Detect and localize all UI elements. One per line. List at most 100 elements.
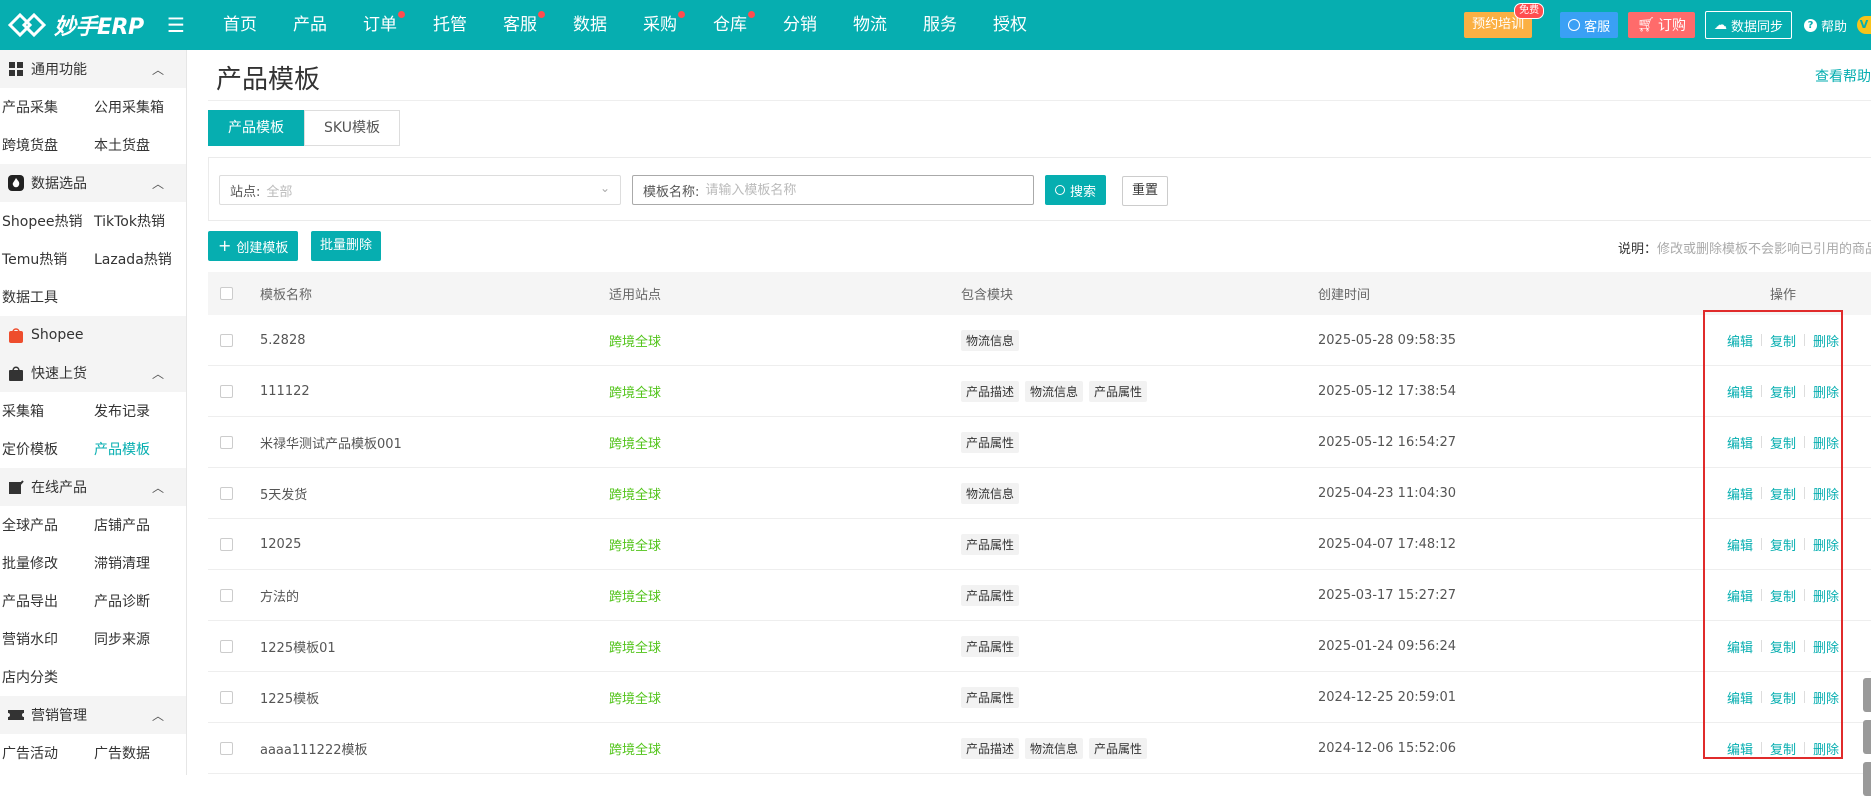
template-name: 111122 — [260, 383, 310, 399]
sidebar-item[interactable]: 同步来源 — [92, 629, 184, 649]
main-content: 产品模板 查看帮助 产品模板 SKU模板 站点: 全部 ⌄ 模板名称: 搜索 重… — [188, 50, 1871, 796]
search-button[interactable]: 搜索 — [1045, 175, 1107, 205]
sidebar-item[interactable]: 店铺产品 — [92, 515, 184, 535]
nav-item[interactable]: 授权 — [975, 0, 1045, 50]
sidebar-item[interactable]: 产品采集 — [0, 97, 92, 117]
nav-item[interactable]: 物流 — [835, 0, 905, 50]
float-button[interactable] — [1863, 762, 1871, 796]
search-label: 搜索 — [1070, 184, 1097, 200]
sidebar-item[interactable]: 定价模板 — [0, 439, 92, 459]
sidebar-item[interactable]: 全球产品 — [0, 515, 92, 535]
station-value: 全部 — [266, 184, 293, 200]
sidebar-item[interactable]: Shopee热销 — [0, 211, 92, 231]
nav-item[interactable]: 托管 — [415, 0, 485, 50]
nav-item[interactable]: 首页 — [205, 0, 275, 50]
template-name: 方法的 — [260, 589, 300, 605]
nav-item[interactable]: 订单 — [345, 0, 415, 50]
nav-item[interactable]: 采购 — [625, 0, 695, 50]
sidebar-item[interactable]: 批量修改 — [0, 553, 92, 573]
station-select[interactable]: 站点: 全部 ⌄ — [219, 175, 621, 205]
chevron-up-icon: ︿ — [151, 709, 164, 723]
sidebar-section-header[interactable]: 在线产品 ︿ — [0, 468, 186, 506]
sidebar-item[interactable]: 产品导出 — [0, 591, 92, 611]
row-checkbox[interactable] — [220, 537, 233, 551]
sync-button[interactable]: ☁ 数据同步 — [1704, 11, 1792, 39]
sidebar-section-header[interactable]: 快速上货 ︿ — [0, 354, 186, 392]
row-checkbox[interactable] — [220, 486, 233, 500]
sidebar-section-title: 快速上货 — [31, 366, 87, 382]
nav-item[interactable]: 客服 — [485, 0, 555, 50]
row-checkbox[interactable] — [220, 639, 233, 653]
tab-product-template[interactable]: 产品模板 — [208, 110, 304, 146]
nav-item[interactable]: 服务 — [905, 0, 975, 50]
nav-item[interactable]: 分销 — [765, 0, 835, 50]
sidebar-section-header[interactable]: Shopee — [0, 316, 186, 354]
menu-toggle-icon[interactable]: ☰ — [165, 13, 187, 37]
search-icon — [1055, 185, 1065, 195]
sidebar-section-title: 在线产品 — [31, 480, 87, 496]
training-button[interactable]: 预约培训 免费 — [1464, 3, 1545, 38]
sidebar-item[interactable]: 营销水印 — [0, 629, 92, 649]
main-nav: 首页 产品 订单 托管 客服 数据 采购 仓库 分销 物流 服务 授权 — [205, 0, 1045, 50]
service-button[interactable]: 客服 — [1560, 12, 1619, 38]
sidebar-row: Shopee热销 TikTok热销 — [0, 202, 186, 240]
title-divider — [208, 100, 1871, 101]
help-button[interactable]: ? 帮助 — [1803, 16, 1847, 35]
row-checkbox[interactable] — [220, 588, 233, 602]
sidebar-item[interactable]: TikTok热销 — [92, 211, 184, 231]
row-checkbox[interactable] — [220, 690, 233, 704]
order-label: 订购 — [1657, 18, 1686, 34]
select-all-checkbox[interactable] — [220, 287, 233, 300]
module-tags: 物流信息 — [961, 482, 1318, 504]
sidebar-item[interactable]: 广告活动 — [0, 743, 92, 763]
sidebar-section-header[interactable]: 通用功能 ︿ — [0, 50, 186, 88]
create-template-button[interactable]: + 创建模板 — [208, 231, 299, 261]
row-checkbox[interactable] — [220, 435, 233, 449]
float-button[interactable] — [1863, 720, 1871, 754]
sidebar-item[interactable]: 跨境货盘 — [0, 135, 92, 155]
sidebar-row: 采集箱 发布记录 — [0, 392, 186, 430]
note-value: 修改或删除模板不会影响已引用的商品 — [1657, 242, 1871, 257]
reset-button[interactable]: 重置 — [1122, 176, 1169, 206]
table-row: 5.2828 跨境全球 物流信息 2025-05-28 09:58:35 编辑 复制 删除 — [208, 315, 1871, 366]
sidebar-item[interactable]: 公用采集箱 — [92, 97, 184, 117]
sidebar-item[interactable]: 数据工具 — [0, 287, 92, 307]
row-checkbox[interactable] — [220, 333, 233, 347]
sidebar-item[interactable]: 广告数据 — [92, 743, 184, 763]
vip-badge[interactable]: V — [1857, 16, 1871, 34]
table-row: 111122 跨境全球 产品描述 物流信息 产品属性 2025-05-12 17:38:5… — [208, 366, 1871, 417]
sidebar-item[interactable]: 店内分类 — [0, 667, 92, 687]
nav-item-label: 数据 — [573, 15, 607, 35]
batch-delete-button[interactable]: 批量删除 — [311, 231, 382, 261]
sidebar-item[interactable]: 产品诊断 — [92, 591, 184, 611]
tab-sku-template[interactable]: SKU模板 — [304, 110, 400, 146]
row-checkbox[interactable] — [220, 741, 233, 755]
row-checkbox[interactable] — [220, 384, 233, 398]
module-tags: 物流信息 — [961, 329, 1318, 351]
sidebar-section-header[interactable]: 数据选品 ︿ — [0, 164, 186, 202]
nav-item[interactable]: 产品 — [275, 0, 345, 50]
sidebar-row: 产品导出 产品诊断 — [0, 582, 186, 620]
nav-item[interactable]: 数据 — [555, 0, 625, 50]
nav-item[interactable]: 仓库 — [695, 0, 765, 50]
sidebar-section-header[interactable]: 营销管理 ︿ — [0, 696, 186, 734]
view-help-link[interactable]: 查看帮助 — [1815, 66, 1871, 86]
template-name: 米禄华测试产品模板001 — [260, 436, 402, 452]
sidebar-item[interactable]: 滞销清理 — [92, 553, 184, 573]
sidebar-item[interactable]: Lazada热销 — [92, 249, 184, 269]
sidebar-item[interactable]: 发布记录 — [92, 401, 184, 421]
nav-item-label: 托管 — [433, 15, 467, 35]
sidebar-item[interactable]: 产品模板 — [92, 439, 184, 459]
ticket-icon — [8, 707, 24, 723]
template-name-input[interactable] — [705, 182, 1006, 198]
float-button[interactable] — [1863, 678, 1871, 712]
sidebar-item[interactable]: Temu热销 — [0, 249, 92, 269]
module-tags: 产品属性 — [961, 686, 1318, 708]
sidebar-item[interactable]: 采集箱 — [0, 401, 92, 421]
site-value: 跨境全球 — [609, 589, 662, 605]
order-button[interactable]: 🛒︎ 订购 — [1628, 12, 1695, 38]
sidebar-item[interactable]: 本土货盘 — [92, 135, 184, 155]
headset-icon — [1568, 19, 1581, 31]
logo[interactable]: 妙手ERP — [0, 9, 155, 41]
sidebar-row: Temu热销 Lazada热销 — [0, 240, 186, 278]
